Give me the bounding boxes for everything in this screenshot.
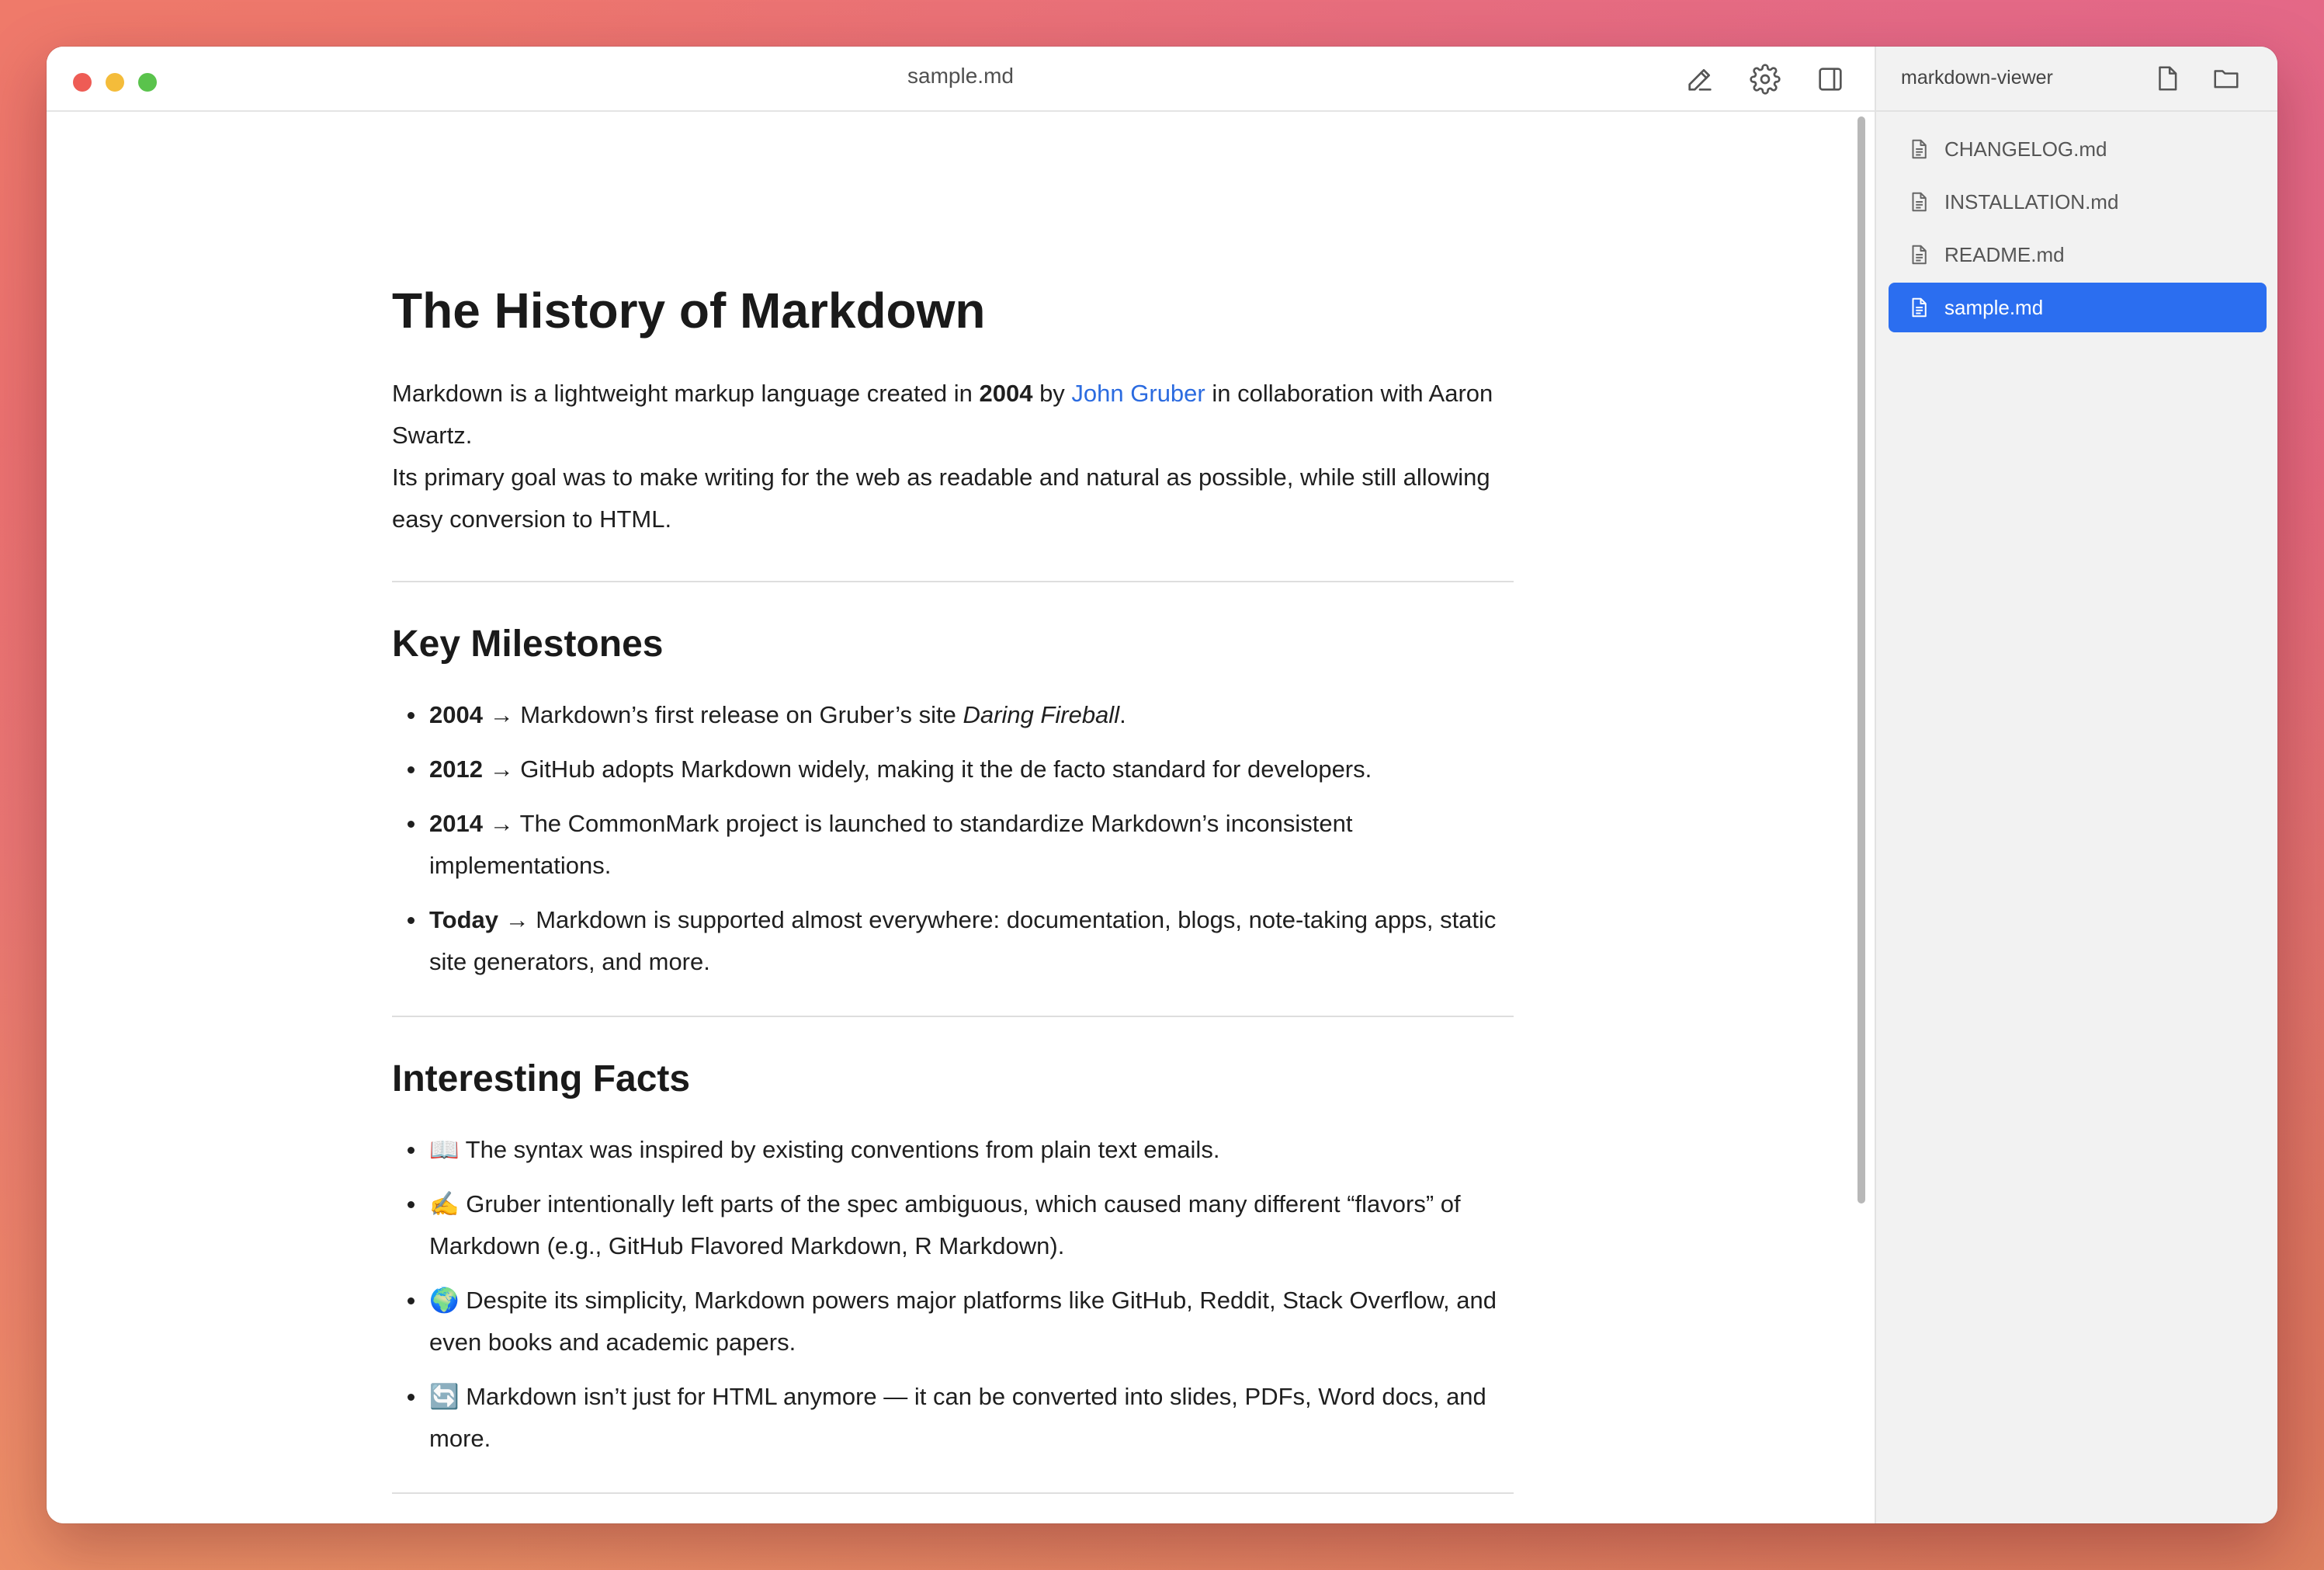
john-gruber-link[interactable]: John Gruber [1071, 380, 1205, 407]
milestone-year: 2012 [429, 755, 483, 783]
file-name: INSTALLATION.md [1944, 189, 2119, 214]
file-name: sample.md [1944, 295, 2044, 319]
milestone-text: → Markdown is supported almost everywher… [429, 906, 1497, 975]
document-icon [1907, 190, 1930, 214]
intro-text: by [1032, 380, 1072, 407]
intro-paragraph: Markdown is a lightweight markup languag… [392, 373, 1514, 457]
milestone-year: 2014 [429, 810, 483, 837]
file-name: CHANGELOG.md [1944, 137, 2107, 161]
markdown-content: The History of Markdown Markdown is a li… [392, 112, 1514, 1494]
folder-icon[interactable] [2211, 64, 2241, 93]
intro-year: 2004 [979, 380, 1033, 407]
intro-paragraph-2: Its primary goal was to make writing for… [392, 464, 1490, 533]
list-item: 🌍 Despite its simplicity, Markdown power… [392, 1280, 1514, 1363]
document-icon [1907, 137, 1930, 161]
file-item-sample[interactable]: sample.md [1889, 283, 2267, 332]
sidebar-title: markdown-viewer [1901, 67, 2053, 89]
pencil-icon[interactable] [1684, 64, 1715, 95]
divider [392, 1016, 1514, 1017]
milestone-text: → Markdown’s first release on Gruber’s s… [482, 701, 963, 728]
list-item: 2012 → GitHub adopts Markdown widely, ma… [392, 749, 1514, 790]
title-bar: sample.md [47, 47, 1875, 112]
file-name: README.md [1944, 242, 2065, 266]
milestone-text: → GitHub adopts Markdown widely, making … [482, 755, 1372, 783]
scrollbar[interactable] [1857, 116, 1865, 1204]
list-item: Today → Markdown is supported almost eve… [392, 899, 1514, 983]
intro-text: Markdown is a lightweight markup languag… [392, 380, 980, 407]
file-item-installation[interactable]: INSTALLATION.md [1889, 177, 2267, 227]
divider [392, 1492, 1514, 1494]
sidebar-toggle-icon[interactable] [1815, 64, 1846, 95]
milestones-list: 2004 → Markdown’s first release on Grube… [392, 694, 1514, 983]
sidebar-header: markdown-viewer [1876, 47, 2277, 112]
document-icon [1907, 243, 1930, 266]
new-file-icon[interactable] [2152, 64, 2182, 93]
divider [392, 581, 1514, 582]
gear-icon[interactable] [1750, 64, 1781, 95]
list-item: 📖 The syntax was inspired by existing co… [392, 1129, 1514, 1171]
list-item: 2014 → The CommonMark project is launche… [392, 803, 1514, 887]
milestone-year: Today [429, 906, 498, 933]
milestone-emphasis: Daring Fireball [963, 701, 1120, 728]
list-item: 2004 → Markdown’s first release on Grube… [392, 694, 1514, 736]
file-item-readme[interactable]: README.md [1889, 230, 2267, 280]
milestone-text: . [1119, 701, 1126, 728]
list-item: ✍️ Gruber intentionally left parts of th… [392, 1183, 1514, 1267]
document-title: sample.md [907, 64, 1014, 88]
facts-list: 📖 The syntax was inspired by existing co… [392, 1129, 1514, 1460]
document-icon [1907, 296, 1930, 319]
document-heading: The History of Markdown [392, 283, 986, 339]
file-item-changelog[interactable]: CHANGELOG.md [1889, 124, 2267, 174]
file-list: CHANGELOG.md INSTALLATION.md README.md s… [1889, 124, 2267, 335]
milestone-year: 2004 [429, 701, 483, 728]
facts-heading: Interesting Facts [392, 1058, 691, 1099]
file-sidebar: markdown-viewer CHANGELOG.md INSTALLATIO… [1875, 47, 2277, 1523]
app-window: sample.md The History of Markdown Markdo… [47, 47, 2277, 1523]
milestone-text: → The CommonMark project is launched to … [429, 810, 1353, 879]
milestones-heading: Key Milestones [392, 623, 664, 665]
list-item: 🔄 Markdown isn’t just for HTML anymore —… [392, 1376, 1514, 1460]
document-pane: sample.md The History of Markdown Markdo… [47, 47, 1875, 1523]
